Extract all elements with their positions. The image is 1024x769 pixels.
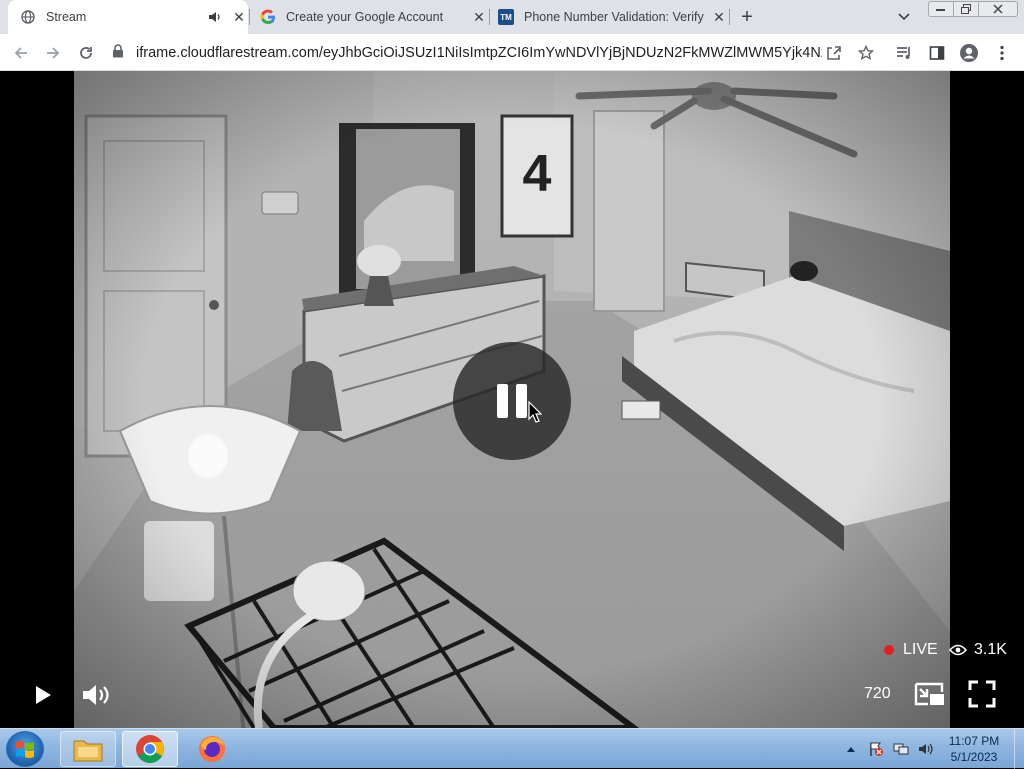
address-bar[interactable]: iframe.cloudflarestream.com/eyJhbGciOiJS… — [112, 42, 822, 64]
system-tray — [842, 729, 942, 769]
windows-taskbar: 11:07 PM 5/1/2023 — [0, 728, 1024, 769]
fullscreen-button[interactable] — [966, 679, 998, 709]
clock-date: 5/1/2023 — [950, 750, 998, 764]
window-restore-button[interactable] — [953, 1, 979, 17]
close-tab-icon[interactable]: ✕ — [710, 8, 728, 26]
media-control-button[interactable] — [894, 42, 916, 64]
live-label: LIVE — [903, 641, 938, 658]
volume-icon — [83, 685, 109, 705]
new-tab-button[interactable]: + — [736, 6, 758, 28]
avatar-icon — [960, 44, 978, 62]
globe-icon — [20, 9, 36, 25]
window-close-button[interactable] — [978, 1, 1018, 17]
fullscreen-icon — [968, 680, 996, 708]
tab-title: Stream — [46, 10, 87, 24]
chrome-icon — [136, 735, 164, 763]
taskbar-app-chrome[interactable] — [122, 731, 178, 767]
url-text: iframe.cloudflarestream.com/eyJhbGciOiJS… — [136, 45, 822, 61]
back-button[interactable] — [10, 42, 32, 64]
tab-title: Create your Google Account — [286, 10, 444, 24]
picture-in-picture-button[interactable] — [913, 679, 947, 709]
live-indicator: LIVE — [884, 641, 938, 659]
firefox-icon — [199, 736, 225, 762]
pause-icon-bar — [497, 384, 508, 418]
mouse-cursor-icon — [528, 401, 542, 423]
network-icon[interactable] — [892, 740, 910, 758]
video-player[interactable]: 4 — [0, 71, 1024, 728]
eye-icon — [949, 644, 967, 656]
show-hidden-icons-icon[interactable] — [842, 740, 860, 758]
tm-icon: TM — [498, 9, 514, 25]
viewer-count-text: 3.1K — [974, 641, 1007, 658]
clock-time: 11:07 PM — [948, 734, 1000, 748]
tab-strip: Stream ✕ Create your Google Account ✕ TM… — [0, 0, 1024, 34]
restore-icon — [961, 4, 971, 14]
tab-search-button[interactable] — [895, 8, 913, 26]
forward-button[interactable] — [42, 42, 64, 64]
play-button[interactable] — [30, 682, 56, 708]
star-icon — [858, 45, 874, 60]
bookmark-button[interactable] — [855, 42, 877, 64]
pause-icon-bar — [516, 384, 527, 418]
share-icon — [827, 46, 841, 60]
profile-button[interactable] — [958, 42, 980, 64]
start-button[interactable] — [6, 731, 44, 767]
tab-title: Phone Number Validation: Verify — [524, 10, 704, 24]
taskbar-app-explorer[interactable] — [60, 731, 116, 767]
taskbar-clock[interactable]: 11:07 PM 5/1/2023 — [936, 733, 1012, 765]
tab-phone-validation[interactable]: TM Phone Number Validation: Verify ✕ — [490, 0, 728, 34]
folder-icon — [73, 740, 103, 762]
volume-tray-icon[interactable] — [917, 740, 935, 758]
show-desktop-button[interactable] — [1014, 729, 1024, 769]
windows-logo-icon — [16, 741, 34, 758]
close-tab-icon[interactable]: ✕ — [470, 8, 488, 26]
close-tab-icon[interactable]: ✕ — [230, 8, 248, 26]
viewer-count: 3.1K — [949, 641, 1007, 659]
reload-button[interactable] — [75, 42, 97, 64]
speaker-icon[interactable] — [208, 11, 222, 23]
play-icon — [36, 686, 51, 704]
side-panel-icon — [929, 46, 945, 60]
share-button[interactable] — [823, 42, 845, 64]
side-panel-button[interactable] — [926, 42, 948, 64]
kebab-menu-icon — [1000, 45, 1004, 61]
chevron-down-icon — [898, 13, 910, 21]
google-icon — [260, 9, 276, 25]
reload-icon — [80, 47, 92, 59]
window-minimize-button[interactable] — [928, 1, 954, 17]
picture-in-picture-icon — [914, 682, 944, 706]
quality-label[interactable]: 720 — [864, 685, 891, 703]
tab-google-account[interactable]: Create your Google Account ✕ — [250, 0, 488, 34]
arrow-left-icon — [14, 47, 27, 59]
arrow-right-icon — [47, 47, 60, 59]
media-queue-icon — [897, 47, 910, 59]
volume-button[interactable] — [80, 681, 112, 709]
minimize-icon — [936, 9, 945, 11]
menu-button[interactable] — [991, 42, 1013, 64]
tab-stream[interactable]: Stream ✕ — [8, 0, 248, 34]
pause-button[interactable] — [453, 342, 571, 460]
tab-separator — [729, 9, 730, 25]
close-icon — [993, 4, 1003, 14]
live-dot-icon — [884, 645, 894, 655]
lock-icon[interactable] — [112, 44, 124, 62]
tm-icon-text: TM — [500, 12, 512, 22]
taskbar-app-firefox[interactable] — [184, 731, 240, 767]
action-center-flag-icon[interactable] — [867, 740, 885, 758]
